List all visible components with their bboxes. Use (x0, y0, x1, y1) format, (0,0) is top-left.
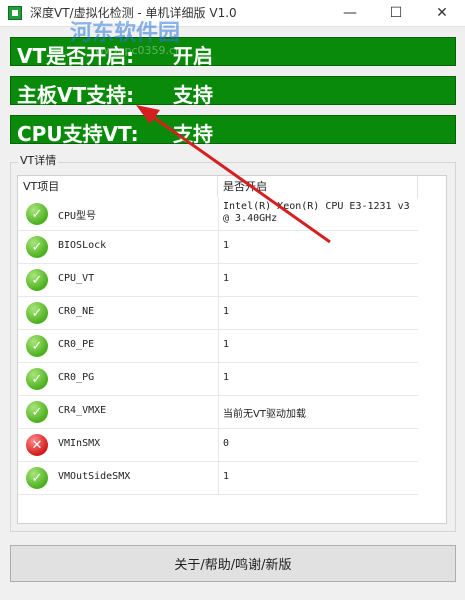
column-header-item[interactable]: VT项目 (18, 176, 218, 198)
title-bar: 深度VT/虚拟化检测 - 单机详细版 V1.0 — ☐ ✕ (0, 0, 465, 27)
check-icon: ✓ (26, 302, 48, 324)
column-divider (218, 330, 219, 363)
item-name: CPU_VT (58, 273, 95, 284)
check-icon: ✓ (26, 467, 48, 489)
item-value: 当前无VT驱动加载 (223, 409, 306, 420)
cpu-vt-banner: CPU支持VT: 支持 (10, 115, 456, 146)
table-row[interactable]: ✓ CR0_PE 1 (18, 330, 418, 363)
vt-enabled-label: VT是否开启: (17, 44, 135, 68)
vt-details-title: VT详情 (18, 152, 59, 168)
column-divider (218, 231, 219, 264)
column-divider (218, 198, 219, 231)
item-value: 1 (223, 273, 230, 284)
check-icon: ✓ (26, 203, 48, 225)
item-name: VMOutSideSMX (58, 471, 131, 482)
table-row[interactable]: ✓ CR0_PG 1 (18, 363, 418, 396)
item-value: 1 (223, 339, 230, 350)
table-row[interactable]: ✕ VMInSMX 0 (18, 429, 418, 462)
column-divider (218, 363, 219, 396)
item-name: CPU型号 (58, 211, 97, 222)
minimize-button[interactable]: — (327, 0, 373, 26)
table-row[interactable]: ✓ CR0_NE 1 (18, 297, 418, 330)
board-vt-value: 支持 (173, 83, 213, 107)
about-help-button[interactable]: 关于/帮助/鸣谢/新版 (10, 545, 456, 582)
column-divider (218, 297, 219, 330)
check-icon: ✓ (26, 401, 48, 423)
close-button[interactable]: ✕ (419, 0, 465, 26)
board-vt-label: 主板VT支持: (17, 83, 135, 107)
check-icon: ✓ (26, 335, 48, 357)
table-row[interactable]: ✓ CR4_VMXE 当前无VT驱动加载 (18, 396, 418, 429)
item-name: CR4_VMXE (58, 405, 107, 416)
vt-enabled-banner: VT是否开启: 开启 (10, 37, 456, 68)
item-name: CR0_PG (58, 372, 95, 383)
table-row[interactable]: ✓ CPU型号 Intel(R) Xeon(R) CPU E3-1231 v3 @ … (18, 198, 418, 231)
item-name: VMInSMX (58, 438, 101, 449)
error-icon: ✕ (26, 434, 48, 456)
item-value: 0 (223, 438, 230, 449)
board-vt-banner: 主板VT支持: 支持 (10, 76, 456, 107)
check-icon: ✓ (26, 368, 48, 390)
check-icon: ✓ (26, 236, 48, 258)
cpu-vt-value: 支持 (173, 122, 213, 146)
maximize-button[interactable]: ☐ (373, 0, 419, 26)
item-name: BIOSLock (58, 240, 107, 251)
window-title: 深度VT/虚拟化检测 - 单机详细版 V1.0 (30, 6, 237, 20)
check-icon: ✓ (26, 269, 48, 291)
column-divider (218, 264, 219, 297)
column-divider (218, 429, 219, 462)
item-name: CR0_NE (58, 306, 95, 317)
column-divider (218, 396, 219, 429)
cpu-vt-label: CPU支持VT: (17, 122, 139, 146)
item-value: 1 (223, 372, 230, 383)
item-value: 1 (223, 240, 230, 251)
app-icon (8, 6, 22, 20)
column-header-enabled[interactable]: 是否开启 (218, 176, 418, 198)
item-name: CR0_PE (58, 339, 95, 350)
table-row[interactable]: ✓ BIOSLock 1 (18, 231, 418, 264)
item-value: Intel(R) Xeon(R) CPU E3-1231 v3 @ 3.40GH… (223, 201, 410, 224)
table-row[interactable]: ✓ CPU_VT 1 (18, 264, 418, 297)
table-row[interactable]: ✓ VMOutSideSMX 1 (18, 462, 418, 495)
vt-enabled-value: 开启 (173, 44, 213, 68)
vt-details-list[interactable]: VT项目 是否开启 ✓ CPU型号 Intel(R) Xeon(R) CPU E3-… (17, 175, 447, 524)
item-value: 1 (223, 306, 230, 317)
item-value: 1 (223, 471, 230, 482)
column-divider (218, 462, 219, 495)
